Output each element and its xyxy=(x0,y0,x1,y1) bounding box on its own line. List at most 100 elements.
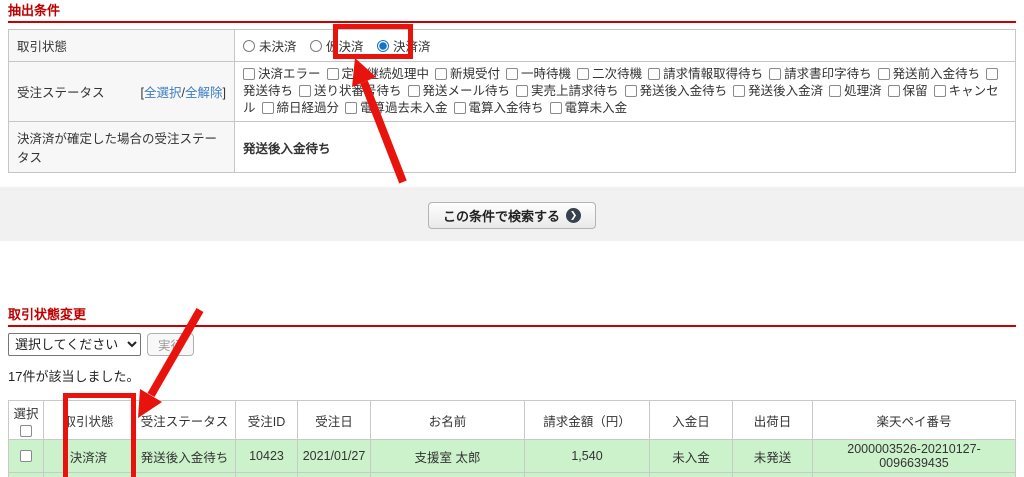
select-all-link[interactable]: 全選択 xyxy=(144,86,182,100)
search-button-label: この条件で検索する xyxy=(442,209,560,224)
checkbox-icon[interactable] xyxy=(243,68,255,80)
order-id-link[interactable]: 10422 xyxy=(235,472,298,477)
status-change-section-title: 取引状態変更 xyxy=(8,307,87,322)
transaction-status-row: 取引状態 未決済 仮決済 決済済 xyxy=(8,29,1016,62)
transaction-status-label: 取引状態 xyxy=(8,29,235,62)
execute-button[interactable]: 実行 xyxy=(147,333,195,356)
cell-transaction-status: 決済済 xyxy=(43,472,134,477)
checkbox-icon[interactable] xyxy=(624,85,637,97)
cell-rakuten-pay-number: 2000003526-20210127-0096639301 xyxy=(812,472,1016,477)
order-status-checkbox-item[interactable]: 処理済 xyxy=(829,84,882,98)
checkbox-icon[interactable] xyxy=(261,102,274,114)
header-select-label: 選択 xyxy=(13,407,39,421)
header-deposit-date: 入金日 xyxy=(649,400,733,440)
cell-order-status: 発送後入金待ち xyxy=(133,439,236,473)
order-id-link[interactable]: 10423 xyxy=(235,439,298,473)
order-status-checkbox-label: 保留 xyxy=(902,84,928,98)
order-status-checkbox-label: 処理済 xyxy=(844,84,882,98)
cell-billing-amount: 1,540 xyxy=(524,439,650,473)
order-status-checkbox-label: 発送前入金待ち xyxy=(892,67,981,81)
checkbox-icon[interactable] xyxy=(877,68,890,80)
radio-settled-icon[interactable] xyxy=(377,39,389,52)
checkbox-icon[interactable] xyxy=(887,85,900,97)
cell-billing-amount: 1,540 xyxy=(524,472,650,477)
order-status-checkbox-label: 電算過去未入金 xyxy=(360,101,448,115)
search-button[interactable]: この条件で検索する xyxy=(427,202,596,229)
order-status-checkbox-item[interactable]: 請求書印字待ち xyxy=(769,67,872,81)
order-status-checkbox-label: 二次待機 xyxy=(592,67,643,81)
order-status-checkbox-item[interactable]: 発送後入金済 xyxy=(733,84,823,98)
order-status-checkbox-item[interactable]: 新規受付 xyxy=(435,67,500,81)
order-status-checkbox-item[interactable]: 実売上請求待ち xyxy=(516,84,619,98)
clear-all-link[interactable]: 全解除 xyxy=(185,86,223,100)
order-status-checkbox-item[interactable]: 電算過去未入金 xyxy=(345,101,448,115)
row-select-checkbox[interactable] xyxy=(20,450,32,462)
radio-unsettled[interactable]: 未決済 xyxy=(243,36,297,55)
checkbox-icon[interactable] xyxy=(435,68,448,80)
checkbox-icon[interactable] xyxy=(326,68,339,80)
order-row: 決済済 発送後入金待ち 10422 2021/01/27 支援室 太郎 1,54… xyxy=(8,472,1016,477)
order-status-checkbox-item[interactable]: 送り状番号待ち xyxy=(299,84,402,98)
checkbox-icon[interactable] xyxy=(516,85,529,97)
checkbox-icon[interactable] xyxy=(345,102,358,114)
checkbox-icon[interactable] xyxy=(506,68,519,80)
confirmed-status-label: 決済済が確定した場合の受注ステータス xyxy=(8,121,235,173)
status-change-select[interactable]: 選択してください xyxy=(8,333,141,356)
radio-provisional[interactable]: 仮決済 xyxy=(310,36,364,55)
header-transaction-status: 取引状態 xyxy=(43,400,134,440)
checkbox-icon[interactable] xyxy=(299,85,312,97)
order-status-checkbox-label: 請求情報取得待ち xyxy=(663,67,764,81)
search-button-band: この条件で検索する xyxy=(0,187,1024,241)
radio-settled[interactable]: 決済済 xyxy=(377,36,431,55)
header-billing-amount: 請求金額（円） xyxy=(524,400,650,440)
checkbox-icon[interactable] xyxy=(986,68,999,80)
checkbox-icon[interactable] xyxy=(648,68,661,80)
checkbox-icon[interactable] xyxy=(769,68,782,80)
cell-order-date: 2021/01/27 xyxy=(297,472,371,477)
cell-customer-name: 支援室 太郎 xyxy=(370,472,525,477)
order-row: 決済済 発送後入金待ち 10423 2021/01/27 支援室 太郎 1,54… xyxy=(8,439,1016,473)
checkbox-icon[interactable] xyxy=(733,85,746,97)
order-status-bulk-links: [全選択/全解除] xyxy=(141,82,226,101)
filter-section-title: 抽出条件 xyxy=(8,3,61,18)
order-status-checkbox-item[interactable]: 請求情報取得待ち xyxy=(648,67,763,81)
order-status-checkbox-item[interactable]: 発送メール待ち xyxy=(407,84,510,98)
order-status-checkbox-label: 送り状番号待ち xyxy=(314,84,402,98)
checkbox-icon[interactable] xyxy=(407,85,420,97)
order-status-checkbox-label: 締日経過分 xyxy=(276,101,340,115)
header-order-date: 受注日 xyxy=(297,400,371,440)
order-status-checkbox-item[interactable]: 電算入金待ち xyxy=(453,101,544,115)
order-status-checkbox-label: 新規受付 xyxy=(450,67,501,81)
order-status-checkbox-label: 発送後入金済 xyxy=(748,84,824,98)
order-status-checkbox-item[interactable]: 締日経過分 xyxy=(261,101,340,115)
cell-transaction-status: 決済済 xyxy=(43,439,134,473)
checkbox-icon[interactable] xyxy=(549,102,562,114)
checkbox-icon[interactable] xyxy=(829,85,842,97)
header-customer-name: お名前 xyxy=(370,400,525,440)
checkbox-icon[interactable] xyxy=(933,85,946,97)
cell-shipping-date: 未発送 xyxy=(732,472,813,477)
header-rakuten-pay-number: 楽天ペイ番号 xyxy=(812,400,1016,440)
header-order-status: 受注ステータス xyxy=(133,400,236,440)
order-status-checkbox-item[interactable]: 二次待機 xyxy=(577,67,642,81)
cell-order-date: 2021/01/27 xyxy=(297,439,371,473)
order-status-checkbox-item[interactable]: 電算未入金 xyxy=(549,101,628,115)
checkbox-icon[interactable] xyxy=(577,68,590,80)
order-status-checkbox-item[interactable]: 決済エラー xyxy=(243,67,321,81)
order-status-checkbox-item[interactable]: 発送前入金待ち xyxy=(877,67,981,81)
radio-provisional-icon[interactable] xyxy=(310,39,322,52)
radio-unsettled-icon[interactable] xyxy=(243,39,255,52)
order-status-checkbox-item[interactable]: 保留 xyxy=(887,84,928,98)
order-status-checkbox-list: 決済エラー 定期継続処理中 新規受付 一時待機 二次待機 請求情報取得待ち 請求書印字待ち発… xyxy=(243,67,1001,115)
order-status-checkbox-label: 発送待ち xyxy=(243,84,294,98)
order-status-checkbox-item[interactable]: 発送後入金待ち xyxy=(624,84,728,98)
order-status-checkbox-item[interactable]: 定期継続処理中 xyxy=(326,67,429,81)
order-status-checkbox-label: 電算未入金 xyxy=(564,101,628,115)
order-status-checkbox-label: 発送後入金待ち xyxy=(639,84,728,98)
order-status-checkbox-item[interactable]: 一時待機 xyxy=(506,67,571,81)
checkbox-icon[interactable] xyxy=(453,102,466,114)
select-all-checkbox[interactable] xyxy=(20,425,32,437)
orders-table: 選択 取引状態 受注ステータス 受注ID 受注日 お名前 請求金額（円） 入金日… xyxy=(8,400,1016,477)
cell-shipping-date: 未発送 xyxy=(732,439,813,473)
cell-order-status: 発送後入金待ち xyxy=(133,472,236,477)
